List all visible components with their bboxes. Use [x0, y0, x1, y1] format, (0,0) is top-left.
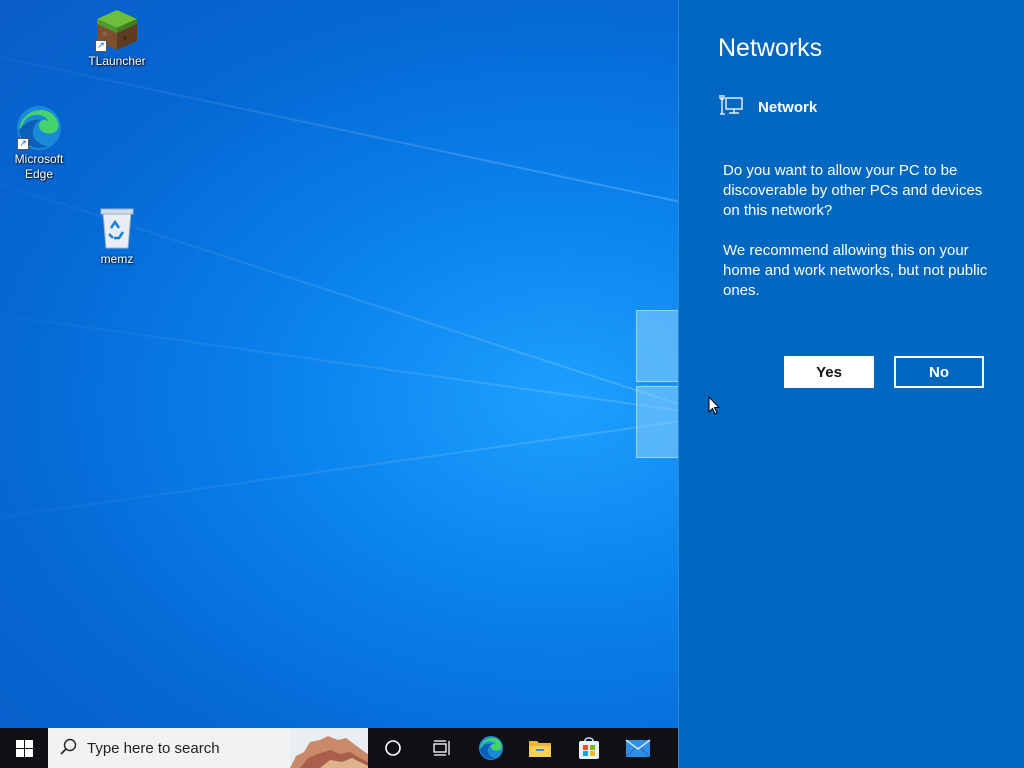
desktop-icon-label: Microsoft Edge — [14, 152, 64, 181]
desktop-icon-memz[interactable]: memz — [79, 206, 155, 267]
cortana-circle-icon[interactable] — [368, 728, 417, 768]
no-button[interactable]: No — [894, 356, 984, 388]
discoverability-prompt: Do you want to allow your PC to be disco… — [723, 161, 993, 301]
recycle-bin-icon — [95, 206, 139, 250]
taskbar: Type here to search — [0, 728, 678, 768]
store-icon[interactable] — [564, 728, 613, 768]
flyout-title: Networks — [718, 34, 823, 62]
start-button[interactable] — [0, 728, 48, 768]
taskbar-search-box[interactable]: Type here to search — [48, 728, 368, 768]
edge-icon[interactable] — [466, 728, 515, 768]
desktop-icon-tlauncher[interactable]: ↗ TLauncher — [79, 8, 155, 69]
yes-button[interactable]: Yes — [784, 356, 874, 388]
mail-icon[interactable] — [613, 728, 662, 768]
edge-icon: ↗ — [17, 106, 61, 150]
desktop-icon-label: memz — [100, 252, 134, 266]
shortcut-arrow-icon: ↗ — [95, 40, 107, 52]
desktop-icon-edge[interactable]: ↗ Microsoft Edge — [1, 106, 77, 182]
ethernet-monitor-icon — [719, 94, 743, 121]
prompt-question: Do you want to allow your PC to be disco… — [723, 162, 983, 219]
network-entry: Network — [719, 94, 817, 121]
mouse-cursor-icon — [708, 395, 721, 419]
prompt-recommendation: We recommend allowing this on your home … — [723, 242, 988, 299]
search-icon — [60, 738, 77, 759]
desktop-icon-label: TLauncher — [88, 54, 146, 68]
file-explorer-icon[interactable] — [515, 728, 564, 768]
minecraft-grass-block-icon: ↗ — [95, 8, 139, 52]
windows-logo-icon — [15, 739, 33, 757]
network-name: Network — [758, 99, 818, 116]
search-placeholder: Type here to search — [87, 739, 220, 757]
networks-flyout: Networks Network Do you want to allow yo… — [678, 0, 1024, 768]
search-highlight-illustration — [290, 728, 368, 768]
shortcut-arrow-icon: ↗ — [17, 138, 29, 150]
task-view-icon[interactable] — [417, 728, 466, 768]
